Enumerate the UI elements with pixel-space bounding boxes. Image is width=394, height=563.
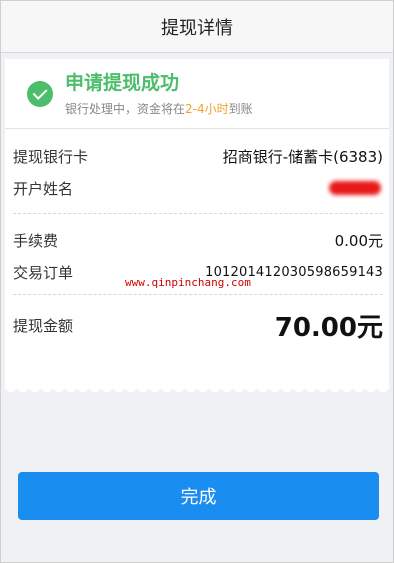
amount-row: 提现金额 70.00元 <box>5 309 389 343</box>
check-circle-icon <box>27 80 53 107</box>
fee-value: 0.00元 <box>334 231 383 250</box>
order-label: 交易订单 <box>13 263 74 282</box>
success-banner: 申请提现成功 银行处理中，资金将在2-4小时到账 <box>5 59 389 129</box>
amount-label: 提现金额 <box>13 316 74 335</box>
success-subtitle: 银行处理中，资金将在2-4小时到账 <box>65 100 253 117</box>
fee-label: 手续费 <box>13 231 59 250</box>
subtitle-highlight: 2-4小时 <box>185 101 229 116</box>
receipt-edge <box>5 387 389 395</box>
subtitle-prefix: 银行处理中，资金将在 <box>65 101 186 116</box>
subtitle-suffix: 到账 <box>228 101 253 116</box>
detail-card: 申请提现成功 银行处理中，资金将在2-4小时到账 提现银行卡 招商银行-储蓄卡(… <box>5 59 389 395</box>
nav-header: 提现详情 <box>1 1 393 53</box>
watermark: www.qinpinchang.com <box>125 276 251 289</box>
account-name-row: 开户姓名 <box>5 172 389 204</box>
bank-card-row: 提现银行卡 招商银行-储蓄卡(6383) <box>5 140 389 172</box>
page-title: 提现详情 <box>161 17 233 39</box>
amount-value: 70.00元 <box>274 312 383 343</box>
bank-card-value: 招商银行-储蓄卡(6383) <box>222 147 383 166</box>
bank-card-label: 提现银行卡 <box>13 147 89 166</box>
success-title: 申请提现成功 <box>65 71 180 94</box>
fee-row: 手续费 0.00元 <box>5 224 389 256</box>
app-screen: 提现详情 申请提现成功 银行处理中，资金将在2-4小时到账 提现银行卡 招商银行… <box>0 0 394 563</box>
done-button[interactable]: 完成 <box>18 472 379 520</box>
redacted-name <box>329 181 381 195</box>
account-name-label: 开户姓名 <box>13 179 74 198</box>
